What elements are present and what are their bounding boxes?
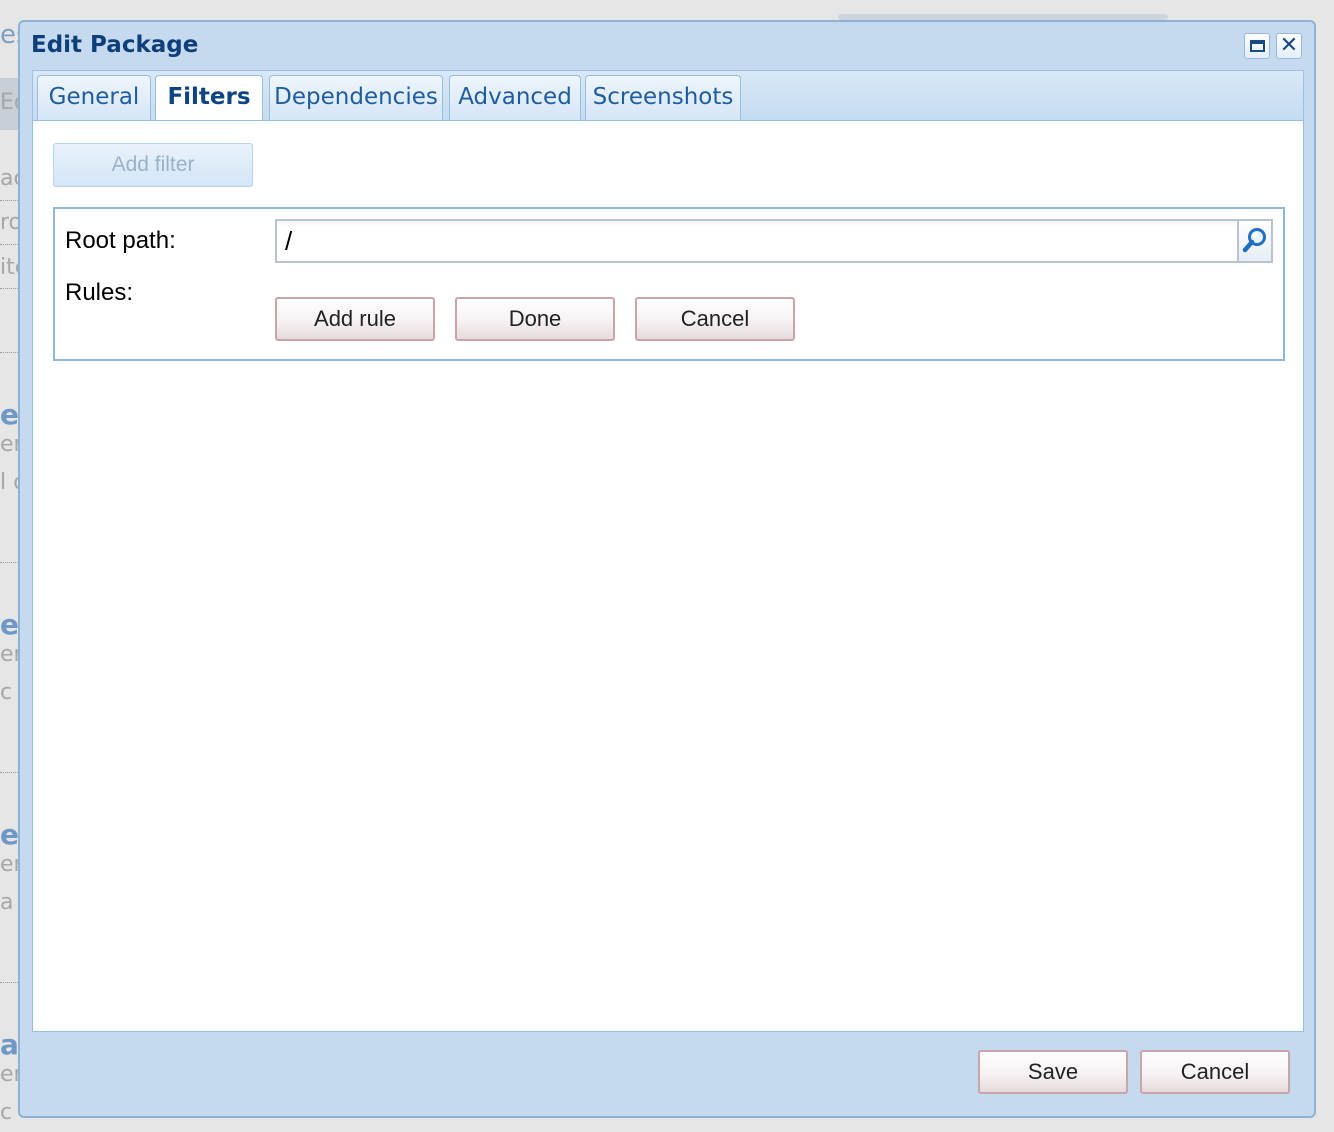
done-button[interactable]: Done [455,297,615,341]
background-fragment: ay [0,1028,20,1061]
maximize-button[interactable] [1244,33,1270,59]
background-fragment: c [0,1100,13,1125]
edit-package-dialog: Edit Package ✕ General Filters Dependenc… [18,20,1316,1118]
background-fragment: acl [0,166,20,191]
background-fragment: ro [0,210,20,235]
background-divider [0,772,20,773]
tab-strip: General Filters Dependencies Advanced Sc… [32,70,1304,121]
background-divider [0,982,20,983]
background-fragment: er [0,818,20,851]
background-fragment: c [0,680,13,705]
browse-path-button[interactable] [1237,219,1273,263]
background-fragment: ite [0,255,20,280]
search-icon [1242,228,1266,253]
filter-cancel-button[interactable]: Cancel [635,297,795,341]
background-divider [0,200,20,201]
background-fragment: es [0,20,20,50]
tab-screenshots[interactable]: Screenshots [585,75,741,120]
background-fragment: er [0,398,20,431]
background-fragment: Ed [0,90,20,115]
root-path-label: Root path: [65,227,176,254]
filters-panel: Add filter Root path: Rules: Add rule Do… [32,120,1304,1032]
background-divider [0,244,20,245]
background-divider [0,352,20,353]
tab-general[interactable]: General [37,75,151,120]
tab-filters[interactable]: Filters [155,75,263,121]
background-fragment: ers [0,1062,20,1087]
background-divider [0,288,20,289]
background-fragment: ers [0,432,20,457]
background-fragment: er [0,608,20,641]
background-divider [0,562,20,563]
background-fragment: a [0,890,14,915]
tab-advanced[interactable]: Advanced [449,75,581,120]
close-icon: ✕ [1279,33,1299,58]
maximize-icon [1249,40,1265,52]
close-button[interactable]: ✕ [1276,33,1302,59]
add-filter-button[interactable]: Add filter [53,143,253,187]
background-fragment: ers [0,852,20,877]
dialog-title: Edit Package [31,32,199,58]
background-fragment: ers [0,642,20,667]
background-fragment: l c [0,470,20,495]
cancel-button[interactable]: Cancel [1140,1050,1290,1094]
add-rule-button[interactable]: Add rule [275,297,435,341]
root-path-input[interactable] [275,219,1273,263]
tab-dependencies[interactable]: Dependencies [269,75,443,120]
save-button[interactable]: Save [978,1050,1128,1094]
filter-editor: Root path: Rules: Add rule Done Cancel [53,207,1285,361]
rules-label: Rules: [65,279,134,306]
